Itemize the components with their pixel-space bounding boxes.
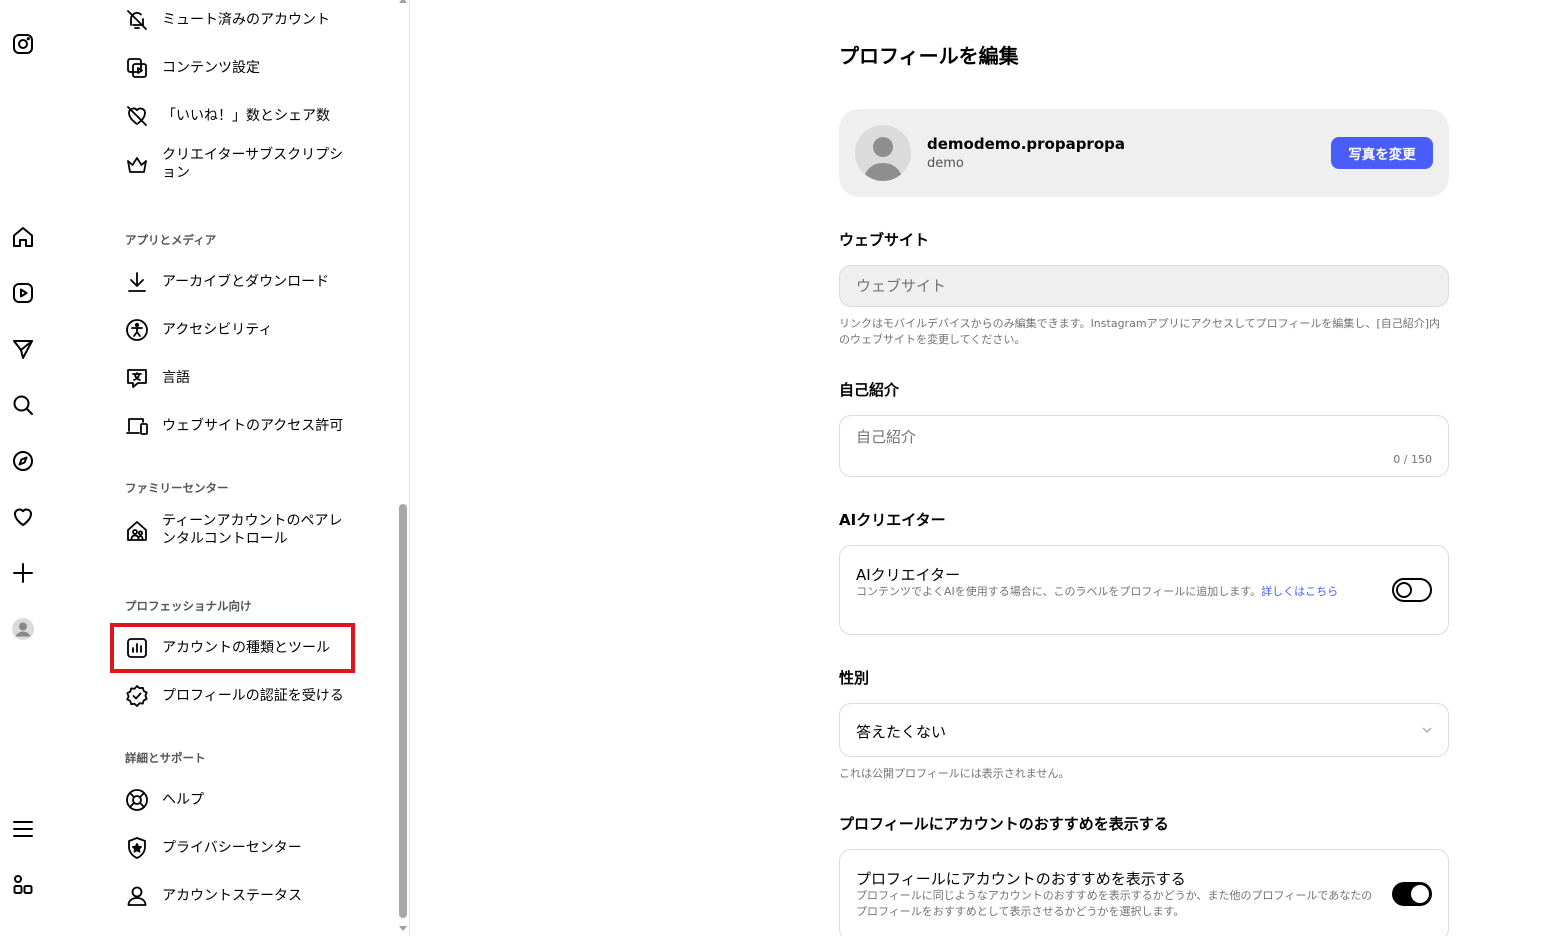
- suggestions-title: プロフィールにアカウントのおすすめを表示する: [856, 870, 1186, 888]
- username: demodemo.propapropa: [927, 135, 1125, 153]
- settings-item-label: クリエイターサブスクリプション: [162, 147, 344, 181]
- suggestions-box: プロフィールにアカウントのおすすめを表示する プロフィールに同じようなアカウント…: [839, 849, 1449, 936]
- settings-item-label: アーカイブとダウンロード: [162, 274, 330, 290]
- website-input[interactable]: [856, 277, 1432, 295]
- settings-item-muted-accounts[interactable]: ミュート済みのアカウント: [112, 0, 356, 44]
- bell-off-icon: [124, 7, 150, 33]
- ai-creator-toggle[interactable]: [1392, 578, 1432, 602]
- language-icon: [124, 365, 150, 391]
- chevron-down-icon: [1422, 727, 1432, 733]
- settings-item-parental-controls[interactable]: ティーンアカウントのペアレンタルコントロール: [112, 512, 356, 562]
- settings-item-label: ティーンアカウントのペアレンタルコントロール: [162, 513, 343, 547]
- devices-icon: [124, 413, 150, 439]
- suggestions-heading: プロフィールにアカウントのおすすめを表示する: [839, 815, 1169, 833]
- section-title-professional: プロフェッショナル向け: [125, 599, 252, 613]
- crown-icon: [124, 152, 150, 178]
- verified-badge-icon: [124, 683, 150, 709]
- menu-icon[interactable]: [10, 816, 36, 842]
- settings-item-label: プライバシーセンター: [162, 840, 302, 856]
- home-icon[interactable]: [10, 224, 36, 250]
- ai-creator-title: AIクリエイター: [856, 566, 961, 584]
- settings-item-label: 「いいね！」数とシェア数: [162, 108, 330, 124]
- scrollbar-thumb[interactable]: [399, 504, 407, 918]
- chart-icon: [124, 635, 150, 661]
- suggestions-desc: プロフィールに同じようなアカウントのおすすめを表示するかどうか、また他のプロフィ…: [856, 889, 1373, 918]
- nav-rail: [0, 0, 46, 936]
- section-title-apps-media: アプリとメディア: [125, 233, 217, 247]
- instagram-logo-icon[interactable]: [10, 31, 36, 57]
- create-plus-icon[interactable]: [10, 560, 36, 586]
- learn-more-link[interactable]: 詳しくはこちら: [1261, 585, 1338, 598]
- user-icon: [124, 883, 150, 909]
- settings-item-account-type-tools[interactable]: アカウントの種類とツール: [112, 624, 356, 672]
- shield-icon: [124, 835, 150, 861]
- gender-select[interactable]: 答えたくない: [839, 703, 1449, 757]
- reels-icon[interactable]: [10, 280, 36, 306]
- settings-item-archive-download[interactable]: アーカイブとダウンロード: [112, 258, 356, 306]
- section-title-support: 詳細とサポート: [125, 751, 206, 765]
- settings-item-label: アカウントステータス: [162, 888, 302, 904]
- settings-scrollbar[interactable]: [397, 0, 410, 936]
- more-apps-icon[interactable]: [10, 872, 36, 898]
- heart-off-icon: [124, 103, 150, 129]
- scroll-up-icon[interactable]: [399, 0, 407, 3]
- explore-icon[interactable]: [10, 448, 36, 474]
- gender-value: 答えたくない: [856, 723, 947, 741]
- scroll-down-icon[interactable]: [399, 926, 407, 931]
- bio-counter: 0 / 150: [1393, 453, 1432, 466]
- settings-item-label: アカウントの種類とツール: [162, 640, 330, 656]
- accessibility-icon: [124, 317, 150, 343]
- settings-item-help[interactable]: ヘルプ: [112, 776, 356, 824]
- settings-item-label: ウェブサイトのアクセス許可: [162, 418, 344, 434]
- bio-textarea[interactable]: [856, 426, 1432, 450]
- bio-heading: 自己紹介: [839, 381, 900, 399]
- bio-field[interactable]: 0 / 150: [839, 415, 1449, 477]
- website-heading: ウェブサイト: [839, 231, 930, 249]
- profile-avatar-icon[interactable]: [10, 616, 36, 642]
- settings-item-language[interactable]: 言語: [112, 354, 356, 402]
- settings-item-accessibility[interactable]: アクセシビリティ: [112, 306, 356, 354]
- suggestions-toggle[interactable]: [1392, 882, 1432, 906]
- ai-creator-box: AIクリエイター コンテンツでよくAIを使用する場合に、このラベルをプロフィール…: [839, 545, 1449, 635]
- profile-card: demodemo.propapropa demo 写真を変更: [839, 109, 1449, 197]
- settings-item-privacy-center[interactable]: プライバシーセンター: [112, 824, 356, 872]
- ai-creator-heading: AIクリエイター: [839, 511, 946, 529]
- settings-item-label: ヘルプ: [162, 792, 204, 808]
- ai-creator-desc: コンテンツでよくAIを使用する場合に、このラベルをプロフィールに追加します。詳し…: [856, 585, 1339, 598]
- settings-item-label: 言語: [162, 370, 190, 386]
- settings-item-website-permissions[interactable]: ウェブサイトのアクセス許可: [112, 402, 356, 450]
- download-icon: [124, 269, 150, 295]
- settings-item-label: プロフィールの認証を受ける: [162, 688, 344, 704]
- settings-item-verification[interactable]: プロフィールの認証を受ける: [112, 672, 356, 720]
- website-field[interactable]: [839, 265, 1449, 307]
- messages-icon[interactable]: [10, 336, 36, 362]
- page-title: プロフィールを編集: [839, 44, 1019, 68]
- section-title-family-center: ファミリーセンター: [125, 481, 229, 495]
- settings-item-label: ミュート済みのアカウント: [162, 12, 330, 28]
- settings-item-likes-shares[interactable]: 「いいね！」数とシェア数: [112, 92, 356, 140]
- notifications-heart-icon[interactable]: [10, 504, 36, 530]
- family-home-icon: [124, 518, 150, 544]
- help-lifebuoy-icon: [124, 787, 150, 813]
- settings-item-label: コンテンツ設定: [162, 60, 260, 76]
- content-settings-icon: [124, 55, 150, 81]
- settings-item-label: アクセシビリティ: [162, 322, 273, 338]
- website-hint: リンクはモバイルデバイスからのみ編集できます。Instagramアプリにアクセス…: [839, 317, 1441, 346]
- settings-item-account-status[interactable]: アカウントステータス: [112, 872, 356, 920]
- settings-menu: ミュート済みのアカウント コンテンツ設定 「いいね！」数とシェア数 クリエイター…: [110, 0, 402, 936]
- full-name: demo: [927, 156, 964, 171]
- gender-heading: 性別: [839, 669, 870, 687]
- avatar[interactable]: [855, 125, 911, 181]
- change-photo-button[interactable]: 写真を変更: [1331, 137, 1433, 169]
- settings-item-content-settings[interactable]: コンテンツ設定: [112, 44, 356, 92]
- search-icon[interactable]: [10, 392, 36, 418]
- settings-item-creator-subscriptions[interactable]: クリエイターサブスクリプション: [112, 146, 356, 196]
- gender-hint: これは公開プロフィールには表示されません。: [839, 767, 1070, 780]
